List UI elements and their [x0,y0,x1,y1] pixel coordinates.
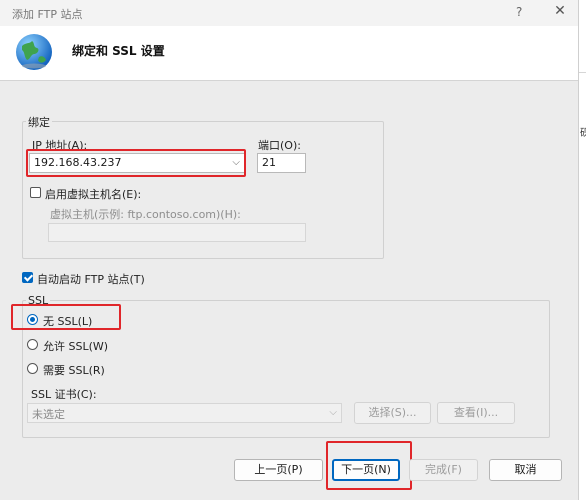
ssl-allow-label: 允许 SSL(W) [43,340,109,353]
enable-host-checkbox[interactable] [30,187,41,198]
ip-highlight-box [26,149,246,177]
ssl-cert-select[interactable]: 未选定 ⌵ [27,403,342,423]
background-text-fragment: 砚 [580,128,586,139]
ssl-require-radio[interactable] [27,363,38,374]
enable-host-label: 启用虚拟主机名(E): [45,188,142,201]
chevron-down-icon: ⌵ [329,407,337,418]
cancel-button[interactable]: 取消 [489,459,562,481]
port-label: 端口(O): [258,139,301,152]
host-name-label: 虚拟主机(示例: ftp.contoso.com)(H): [50,208,241,221]
title-bar: 添加 FTP 站点 ? ✕ [0,0,586,26]
next-highlight-box [326,441,412,490]
help-button[interactable]: ? [516,5,522,19]
host-name-input[interactable] [48,223,306,242]
wizard-header: 绑定和 SSL 设置 [0,26,578,81]
auto-start-checkbox[interactable] [22,272,33,283]
divider [579,72,586,73]
page-title: 绑定和 SSL 设置 [72,44,165,58]
ssl-cert-label: SSL 证书(C): [31,388,97,401]
binding-group-label: 绑定 [26,114,52,130]
finish-button[interactable]: 完成(F) [409,459,478,481]
ssl-cert-value: 未选定 [32,408,65,421]
window-title: 添加 FTP 站点 [12,8,83,21]
previous-button[interactable]: 上一页(P) [234,459,323,481]
globe-icon [16,34,52,70]
ssl-none-highlight-box [11,304,121,330]
view-cert-button[interactable]: 查看(I)... [437,402,515,424]
background-window-edge: 砚 [578,0,586,500]
auto-start-label: 自动启动 FTP 站点(T) [37,273,145,286]
close-button[interactable]: ✕ [552,3,568,19]
ssl-require-label: 需要 SSL(R) [43,364,105,377]
select-cert-button[interactable]: 选择(S)... [354,402,431,424]
port-value: 21 [262,156,276,169]
port-input[interactable]: 21 [257,153,306,173]
ssl-allow-radio[interactable] [27,339,38,350]
